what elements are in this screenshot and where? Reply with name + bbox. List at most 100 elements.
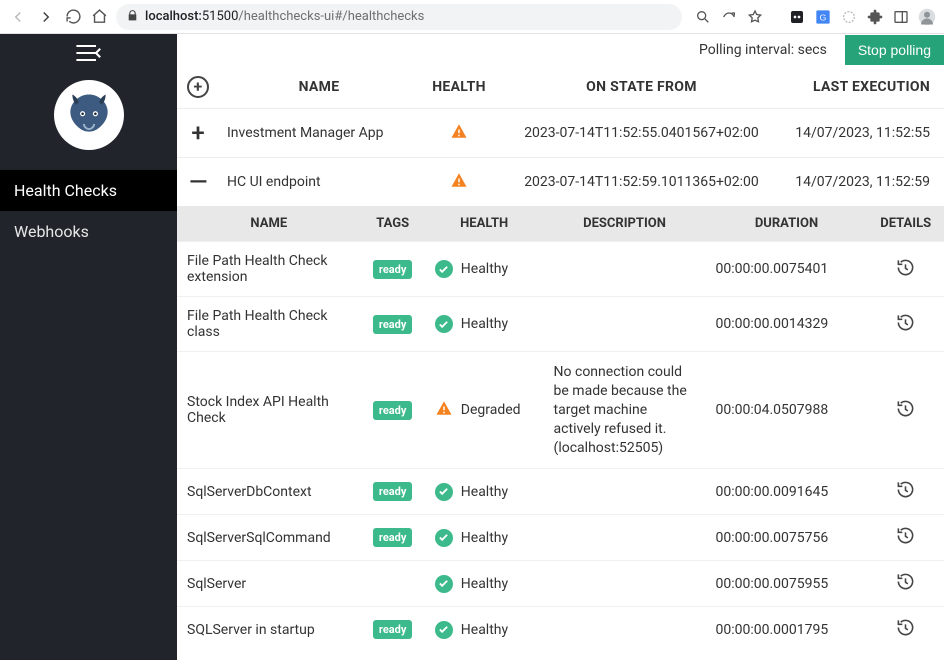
nav-forward-button[interactable] (36, 7, 56, 27)
detail-name: SqlServer (177, 561, 361, 607)
detail-name: File Path Health Check extension (177, 242, 361, 297)
history-icon (896, 313, 915, 332)
history-icon (896, 618, 915, 637)
check-ok-icon (435, 575, 453, 593)
detail-description (544, 469, 706, 515)
tag-badge: ready (373, 401, 412, 420)
detail-col-desc: DESCRIPTION (544, 206, 706, 242)
lock-icon (126, 7, 139, 26)
group-row: + Investment Manager App 2023-07-14T11:52:… (177, 109, 944, 158)
detail-description (544, 242, 706, 297)
detail-tags: ready (361, 515, 425, 561)
browser-right-icons: G (690, 8, 936, 26)
history-icon (896, 480, 915, 499)
detail-name: SqlServerDbContext (177, 469, 361, 515)
extension-icon[interactable] (788, 8, 806, 26)
detail-history-button[interactable] (867, 242, 944, 297)
translate-icon[interactable]: G (814, 8, 832, 26)
groups-table: + NAME HEALTH ON STATE FROM LAST EXECUTI… (177, 66, 944, 206)
detail-history-button[interactable] (867, 515, 944, 561)
tag-badge: ready (373, 260, 412, 279)
home-icon[interactable] (90, 8, 108, 26)
share-icon[interactable] (720, 8, 738, 26)
detail-tags: ready (361, 352, 425, 469)
detail-history-button[interactable] (867, 297, 944, 352)
col-header-health: HEALTH (419, 66, 499, 109)
detail-col-name: NAME (177, 206, 361, 242)
expand-toggle[interactable]: + (189, 119, 207, 147)
col-header-name: NAME (219, 66, 419, 109)
stop-polling-button[interactable]: Stop polling (845, 35, 944, 65)
history-icon (896, 526, 915, 545)
detail-duration: 00:00:00.0075955 (706, 561, 868, 607)
detail-description: No connection could be made because the … (544, 352, 706, 469)
detail-row: File Path Health Check classreadyHealthy… (177, 297, 944, 352)
detail-description (544, 607, 706, 653)
detail-row: SQLServer in startupreadyHealthy00:00:00… (177, 607, 944, 653)
check-ok-icon (435, 315, 453, 333)
detail-duration: 00:00:00.0091645 (706, 469, 868, 515)
sidebar-item-webhooks[interactable]: Webhooks (0, 211, 177, 252)
warning-icon (435, 399, 453, 421)
warning-icon (450, 122, 468, 144)
detail-duration: 00:00:00.0014329 (706, 297, 868, 352)
topbar: Polling interval: secs Stop polling (177, 34, 944, 66)
brand-avatar (54, 80, 124, 150)
star-icon[interactable] (746, 8, 764, 26)
detail-duration: 00:00:04.0507988 (706, 352, 868, 469)
browser-chrome: localhost:51500/healthchecks-ui#/healthc… (0, 0, 944, 34)
reload-icon[interactable] (64, 8, 82, 26)
side-panel-icon[interactable] (892, 8, 910, 26)
detail-history-button[interactable] (867, 469, 944, 515)
tag-badge: ready (373, 620, 412, 639)
detail-history-button[interactable] (867, 561, 944, 607)
detail-history-button[interactable] (867, 607, 944, 653)
history-icon (896, 572, 915, 591)
detail-tags: ready (361, 242, 425, 297)
menu-toggle-icon[interactable] (0, 34, 177, 72)
detail-col-tags: TAGS (361, 206, 425, 242)
detail-col-health: HEALTH (425, 206, 544, 242)
col-header-onstate: ON STATE FROM (499, 66, 784, 109)
detail-name: SqlServerSqlCommand (177, 515, 361, 561)
tag-badge: ready (373, 482, 412, 501)
detail-name: File Path Health Check class (177, 297, 361, 352)
expand-all-button[interactable]: + (187, 76, 209, 98)
detail-col-duration: DURATION (706, 206, 868, 242)
group-lastexec: 14/07/2023, 11:52:59 (784, 158, 944, 207)
extension-dim-icon[interactable] (840, 8, 858, 26)
sidebar: Health ChecksWebhooks (0, 34, 177, 660)
history-icon (896, 399, 915, 418)
detail-health: Healthy (425, 242, 544, 297)
detail-health: Healthy (425, 469, 544, 515)
col-header-lastexec: LAST EXECUTION (784, 66, 944, 109)
group-name: Investment Manager App (219, 109, 419, 158)
detail-tags: ready (361, 607, 425, 653)
history-icon (896, 258, 915, 277)
detail-name: Stock Index API Health Check (177, 352, 361, 469)
check-ok-icon (435, 621, 453, 639)
detail-tags: ready (361, 469, 425, 515)
address-bar[interactable]: localhost:51500/healthchecks-ui#/healthc… (116, 4, 682, 30)
detail-description (544, 561, 706, 607)
group-lastexec: 14/07/2023, 11:52:55 (784, 109, 944, 158)
extensions-puzzle-icon[interactable] (866, 8, 884, 26)
detail-row: SqlServerSqlCommandreadyHealthy00:00:00.… (177, 515, 944, 561)
detail-health: Degraded (425, 352, 544, 469)
zoom-icon[interactable] (694, 8, 712, 26)
expand-toggle[interactable]: — (189, 168, 207, 196)
detail-description (544, 297, 706, 352)
group-onstate: 2023-07-14T11:52:55.0401567+02:00 (499, 109, 784, 158)
polling-interval-label: Polling interval: secs (699, 42, 827, 58)
profile-avatar-icon[interactable] (918, 8, 936, 26)
sidebar-item-health-checks[interactable]: Health Checks (0, 170, 177, 211)
detail-health: Healthy (425, 607, 544, 653)
detail-tags (361, 561, 425, 607)
detail-health: Healthy (425, 561, 544, 607)
detail-history-button[interactable] (867, 352, 944, 469)
tag-badge: ready (373, 528, 412, 547)
detail-row: SqlServerDbContext ready Healthy 00:00:00.0… (177, 469, 944, 515)
detail-duration: 00:00:00.0075756 (706, 515, 868, 561)
group-health (419, 109, 499, 158)
group-row: —HC UI endpoint2023-07-14T11:52:59.10113… (177, 158, 944, 207)
